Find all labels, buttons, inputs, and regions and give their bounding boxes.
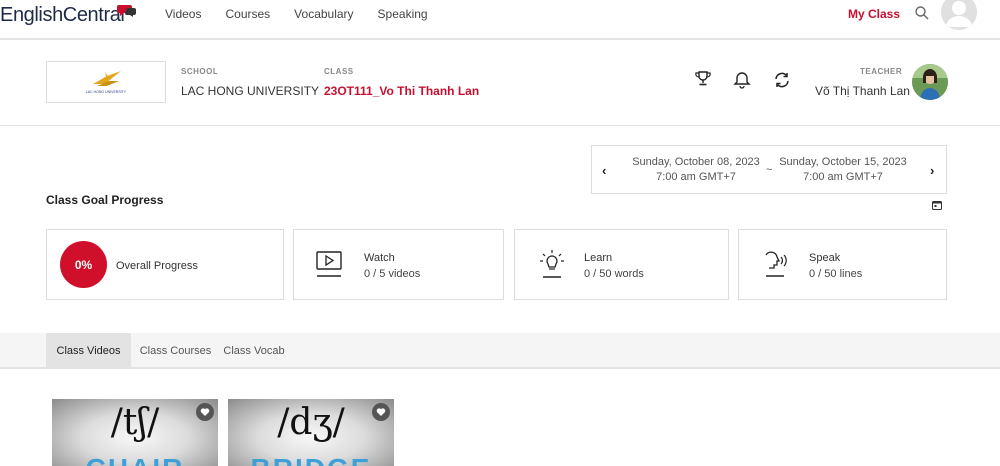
start-time-text: 7:00 am GMT+7 <box>656 171 736 183</box>
date-range-picker: ‹ Sunday, October 08, 2023 7:00 am GMT+7… <box>591 145 947 194</box>
nav-link-my-class[interactable]: My Class <box>848 7 900 21</box>
video-ipa-text: /dʒ/ <box>277 402 345 443</box>
learn-progress: 0 / 50 words <box>584 268 644 280</box>
tab-class-vocab[interactable]: Class Vocab <box>220 333 288 369</box>
date-separator: ~ <box>766 164 773 176</box>
user-avatar[interactable] <box>941 0 977 30</box>
video-word-text: CHAIR <box>52 453 218 466</box>
user-silhouette-icon <box>941 0 977 30</box>
school-name: LAC HONG UNIVERSITY <box>181 84 320 98</box>
main-nav-links: Videos Courses Vocabulary Speaking <box>165 7 452 21</box>
speak-title: Speak <box>809 252 841 264</box>
watch-title: Watch <box>364 252 395 264</box>
school-logo-text: LAC HONG UNIVERSITY <box>85 90 127 94</box>
video-thumbnail[interactable]: /tʃ/ CHAIR <box>52 399 218 466</box>
calendar-icon[interactable] <box>932 200 942 210</box>
teacher-name: Võ Thị Thanh Lan <box>815 84 910 98</box>
nav-link-courses[interactable]: Courses <box>225 7 270 21</box>
speak-progress: 0 / 50 lines <box>809 268 863 280</box>
teacher-label: TEACHER <box>860 67 903 76</box>
tab-class-videos[interactable]: Class Videos <box>46 333 131 369</box>
lightbulb-icon <box>540 250 564 278</box>
lac-hong-logo-icon <box>93 71 121 86</box>
logo-text: EnglishCentral <box>0 4 125 26</box>
favorite-heart-icon[interactable] <box>196 403 214 421</box>
trophy-icon[interactable] <box>694 70 712 88</box>
class-tabs: Class Videos Class Courses Class Vocab <box>0 333 1000 369</box>
previous-week-chevron-icon[interactable]: ‹ <box>602 163 606 178</box>
teacher-photo-icon <box>912 64 948 100</box>
video-word-text: BRIDGE <box>228 453 394 466</box>
watch-progress: 0 / 5 videos <box>364 268 421 280</box>
speech-bubble-logo-icon <box>117 5 136 17</box>
learn-progress-card[interactable]: Learn 0 / 50 words <box>514 229 729 300</box>
end-date-text: Sunday, October 15, 2023 <box>779 156 907 168</box>
watch-progress-card[interactable]: Watch 0 / 5 videos <box>293 229 504 300</box>
nav-link-videos[interactable]: Videos <box>165 7 201 21</box>
overall-progress-circle: 0% <box>60 241 107 288</box>
overall-progress-label: Overall Progress <box>116 260 198 272</box>
start-date: Sunday, October 08, 2023 7:00 am GMT+7 <box>630 155 762 185</box>
video-ipa-text: /tʃ/ <box>110 402 160 443</box>
bell-icon[interactable] <box>733 71 751 89</box>
teacher-avatar <box>912 64 948 100</box>
overall-progress-percent: 0% <box>74 257 93 272</box>
school-logo: LAC HONG UNIVERSITY <box>46 61 166 103</box>
class-label: CLASS <box>324 67 354 76</box>
class-name[interactable]: 23OT111_Vo Thi Thanh Lan <box>324 84 479 98</box>
end-time-text: 7:00 am GMT+7 <box>803 171 883 183</box>
class-header: LAC HONG UNIVERSITY SCHOOL LAC HONG UNIV… <box>0 42 1000 126</box>
refresh-icon[interactable] <box>773 71 791 89</box>
nav-link-speaking[interactable]: Speaking <box>378 7 428 21</box>
school-label: SCHOOL <box>181 67 219 76</box>
next-week-chevron-icon[interactable]: › <box>930 163 934 178</box>
start-date-text: Sunday, October 08, 2023 <box>632 156 760 168</box>
speaking-head-icon <box>765 251 787 277</box>
learn-title: Learn <box>584 252 613 264</box>
search-icon[interactable] <box>914 5 930 21</box>
video-play-icon <box>316 251 342 277</box>
end-date: Sunday, October 15, 2023 7:00 am GMT+7 <box>776 155 910 185</box>
nav-link-vocabulary[interactable]: Vocabulary <box>294 7 353 21</box>
video-thumbnail[interactable]: /dʒ/ BRIDGE <box>228 399 394 466</box>
class-goal-title: Class Goal Progress <box>46 193 164 207</box>
favorite-heart-icon[interactable] <box>372 403 390 421</box>
overall-progress-card: 0% Overall Progress <box>46 229 284 300</box>
tab-class-courses[interactable]: Class Courses <box>131 333 220 369</box>
englishcentral-logo[interactable]: EnglishCentral <box>0 4 125 27</box>
speak-progress-card[interactable]: Speak 0 / 50 lines <box>738 229 947 300</box>
top-navbar: EnglishCentral Videos Courses Vocabulary… <box>0 0 1000 40</box>
